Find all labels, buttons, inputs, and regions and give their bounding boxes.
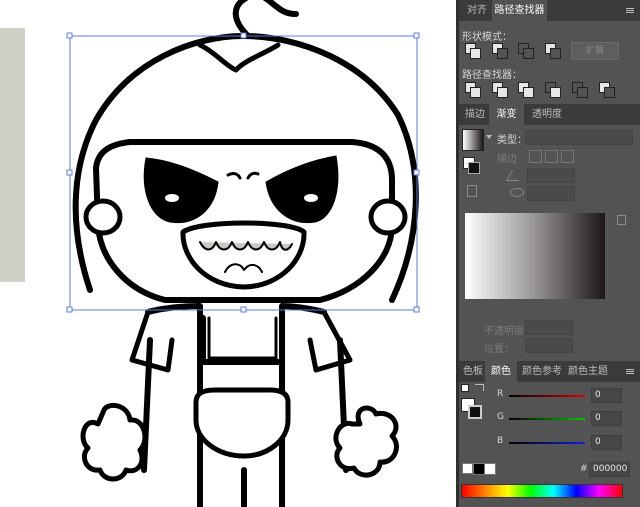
tab-color[interactable]: 颜色 (485, 361, 517, 382)
exclude-icon[interactable] (544, 42, 561, 59)
b-value-field[interactable]: 0 (591, 435, 622, 450)
tab-gradient[interactable]: 渐变 (489, 104, 524, 125)
angle-field[interactable] (527, 168, 575, 183)
angle-icon (505, 170, 526, 181)
r-value-field[interactable]: 0 (591, 388, 622, 403)
stroke-color-box[interactable] (468, 405, 482, 419)
location-field[interactable] (525, 338, 573, 353)
gradient-swatch-menu-icon[interactable] (486, 135, 492, 139)
g-value-field[interactable]: 0 (591, 411, 622, 426)
gradient-stroke-label: 描边 (497, 154, 517, 165)
trim-icon[interactable] (491, 81, 508, 98)
tab-swatches[interactable]: 色板 (463, 361, 483, 382)
gradient-swatch[interactable] (462, 129, 484, 151)
hex-symbol: # (580, 464, 588, 474)
right-ear (368, 198, 408, 236)
right-arm (307, 309, 353, 373)
aspect-ratio-icon (510, 188, 524, 197)
gradient-type-label: 类型： (497, 135, 527, 146)
crop-icon[interactable] (544, 81, 561, 98)
expand-button[interactable]: 扩展 (571, 42, 619, 60)
panel-menu-icon[interactable] (626, 8, 634, 9)
aspect-ratio-field[interactable] (527, 186, 575, 201)
delete-stop-icon[interactable] (617, 215, 626, 225)
color-panel-menu-icon[interactable] (626, 369, 634, 370)
minus-back-icon[interactable] (598, 81, 615, 98)
tab-align[interactable]: 对齐 (463, 0, 491, 21)
white-color-icon[interactable] (484, 463, 496, 475)
stroke-mode-2-icon[interactable] (545, 150, 558, 163)
intersect-icon[interactable] (517, 42, 534, 59)
stroke-gradient-tabbar: 描边 渐变 透明度 (459, 104, 640, 125)
tab-pathfinder[interactable]: 路径查找器 (492, 0, 547, 21)
color-spectrum-bar[interactable] (461, 484, 623, 498)
opacity-field[interactable] (525, 320, 573, 335)
stroke-mode-3-icon[interactable] (561, 150, 574, 163)
g-slider[interactable] (509, 418, 585, 420)
cartoon-character-artwork[interactable] (0, 0, 456, 507)
tab-stroke[interactable]: 描边 (463, 104, 487, 125)
overalls-pocket (193, 387, 291, 459)
align-pathfinder-tabbar: 对齐 路径查找器 (459, 0, 640, 21)
unite-icon[interactable] (464, 42, 481, 59)
tab-transparency[interactable]: 透明度 (529, 104, 565, 125)
none-color-icon[interactable] (462, 463, 473, 474)
pathfinders-label: 路径查找器： (462, 70, 522, 81)
r-label: R (497, 389, 504, 399)
g-label: G (497, 412, 504, 422)
left-hand (80, 402, 148, 482)
outline-icon[interactable] (571, 81, 588, 98)
merge-icon[interactable] (517, 81, 534, 98)
b-label: B (497, 436, 504, 446)
shape-modes-label: 形状模式： (462, 32, 512, 43)
left-ear (83, 198, 123, 236)
swap-colors-icon[interactable] (475, 384, 484, 391)
minus-front-icon[interactable] (491, 42, 508, 59)
right-panel-dock: 对齐 路径查找器 形状模式： 扩展 路径查找器： 描边 渐变 透明度 类型： 描… (459, 0, 640, 507)
reverse-gradient-icon[interactable] (467, 185, 477, 197)
tab-color-guide[interactable]: 颜色参考 (521, 361, 563, 382)
default-colors-icon[interactable] (461, 384, 469, 392)
color-tabbar: 色板 颜色 颜色参考 颜色主题 (459, 361, 640, 382)
divide-icon[interactable] (464, 81, 481, 98)
b-slider[interactable] (509, 442, 585, 444)
hex-value-field[interactable]: 000000 (589, 462, 630, 477)
r-slider[interactable] (509, 395, 585, 397)
stroke-mode-1-icon[interactable] (529, 150, 542, 163)
gradient-ramp-preview[interactable] (465, 213, 605, 299)
gradient-location-label: 位置： (484, 344, 514, 355)
overalls-bib (200, 315, 285, 365)
tab-color-themes[interactable]: 颜色主题 (567, 361, 609, 382)
gradient-type-select[interactable] (525, 130, 633, 145)
artboard-canvas[interactable] (0, 0, 456, 507)
stroke-swatch-icon[interactable] (468, 162, 480, 174)
